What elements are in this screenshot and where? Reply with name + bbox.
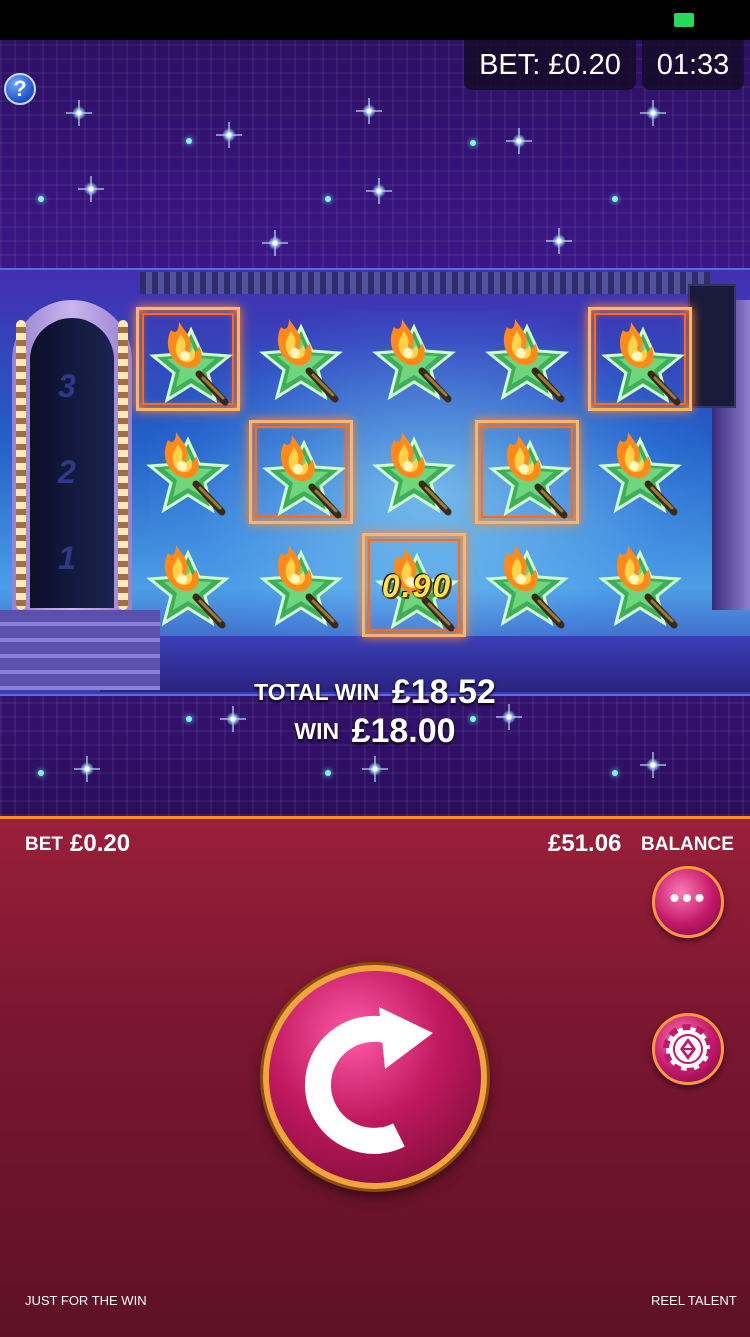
sparkle-decoration <box>78 176 104 202</box>
reel-cell <box>362 307 466 411</box>
sparkle-decoration <box>366 178 392 204</box>
bet-label: BET <box>25 834 63 855</box>
glow-dot <box>38 196 44 202</box>
flaming-star-icon <box>601 322 685 406</box>
sparkle-decoration <box>546 228 572 254</box>
reel-cell: 0.90 <box>362 533 466 637</box>
help-button[interactable]: ? <box>4 73 36 105</box>
total-win-line: TOTAL WIN £18.52 <box>0 673 750 712</box>
total-win-amount: £18.52 <box>391 673 496 711</box>
flaming-star-icon <box>488 435 572 519</box>
flaming-star-icon <box>259 545 343 629</box>
reel-cell <box>136 307 240 411</box>
sparkle-decoration <box>66 100 92 126</box>
cell-win-value: 0.90 <box>381 568 453 604</box>
flaming-star-icon <box>598 432 682 516</box>
total-win-label: TOTAL WIN <box>254 679 380 705</box>
reel-cell <box>136 533 240 637</box>
reel-cell <box>475 533 579 637</box>
sparkle-decoration <box>356 98 382 124</box>
sparkle-decoration <box>262 230 288 256</box>
flaming-star-icon <box>146 545 230 629</box>
glow-dot <box>612 770 618 776</box>
win-amount: £18.00 <box>351 712 456 750</box>
bet-settings-button[interactable] <box>652 1013 724 1085</box>
door-number: 1 <box>58 540 76 576</box>
reel-cell <box>588 533 692 637</box>
bulb-strip <box>118 320 128 610</box>
status-bar <box>0 0 750 40</box>
reel-cell <box>362 420 466 524</box>
sparkle-decoration <box>506 128 532 154</box>
glow-dot <box>612 196 618 202</box>
reel-cell <box>588 307 692 411</box>
reel-cell <box>249 307 353 411</box>
flaming-star-icon <box>146 432 230 516</box>
game-name: JUST FOR THE WIN <box>25 1293 147 1308</box>
reel-cell <box>136 420 240 524</box>
win-line: WIN £18.00 <box>0 712 750 751</box>
reel-cell <box>588 420 692 524</box>
spin-arrow-icon <box>305 1007 433 1154</box>
battery-icon <box>674 13 694 27</box>
flaming-star-icon <box>485 319 569 403</box>
flaming-star-icon <box>262 435 346 519</box>
sparkle-decoration <box>74 756 100 782</box>
flaming-star-icon <box>598 545 682 629</box>
question-icon: ? <box>13 76 27 101</box>
speaker <box>688 284 736 408</box>
flaming-star-icon <box>259 319 343 403</box>
balance-value: £51.06 <box>548 830 622 857</box>
glow-dot <box>186 138 192 144</box>
sparkle-decoration <box>216 122 242 148</box>
win-label: WIN <box>294 718 340 744</box>
balance-label: BALANCE <box>641 834 734 855</box>
sparkle-decoration <box>640 100 666 126</box>
flaming-star-icon <box>372 319 456 403</box>
glow-dot <box>325 770 331 776</box>
more-dots-icon: ••• <box>669 882 707 915</box>
bet-chip-icon <box>663 1024 713 1074</box>
provider-name: REEL TALENT <box>651 1293 737 1308</box>
menu-button[interactable]: ••• <box>652 866 724 938</box>
reel-cell <box>475 307 579 411</box>
reel-cell <box>249 420 353 524</box>
door-number: 2 <box>58 454 76 490</box>
bet-value: £0.20 <box>70 830 131 857</box>
clock: 01:33 <box>642 40 744 90</box>
glow-dot <box>38 770 44 776</box>
flaming-star-icon <box>485 545 569 629</box>
door-number: 3 <box>58 368 76 404</box>
flaming-star-icon <box>372 432 456 516</box>
lighting-truss <box>140 272 710 294</box>
sparkle-decoration <box>640 752 666 778</box>
sparkle-decoration <box>362 756 388 782</box>
reel-cell <box>249 533 353 637</box>
bet-indicator: BET: £0.20 <box>464 40 636 90</box>
reel-cell <box>475 420 579 524</box>
spin-button[interactable] <box>263 965 487 1189</box>
glow-dot <box>470 140 476 146</box>
bulb-strip <box>16 320 26 610</box>
flaming-star-icon <box>149 322 233 406</box>
glow-dot <box>325 196 331 202</box>
